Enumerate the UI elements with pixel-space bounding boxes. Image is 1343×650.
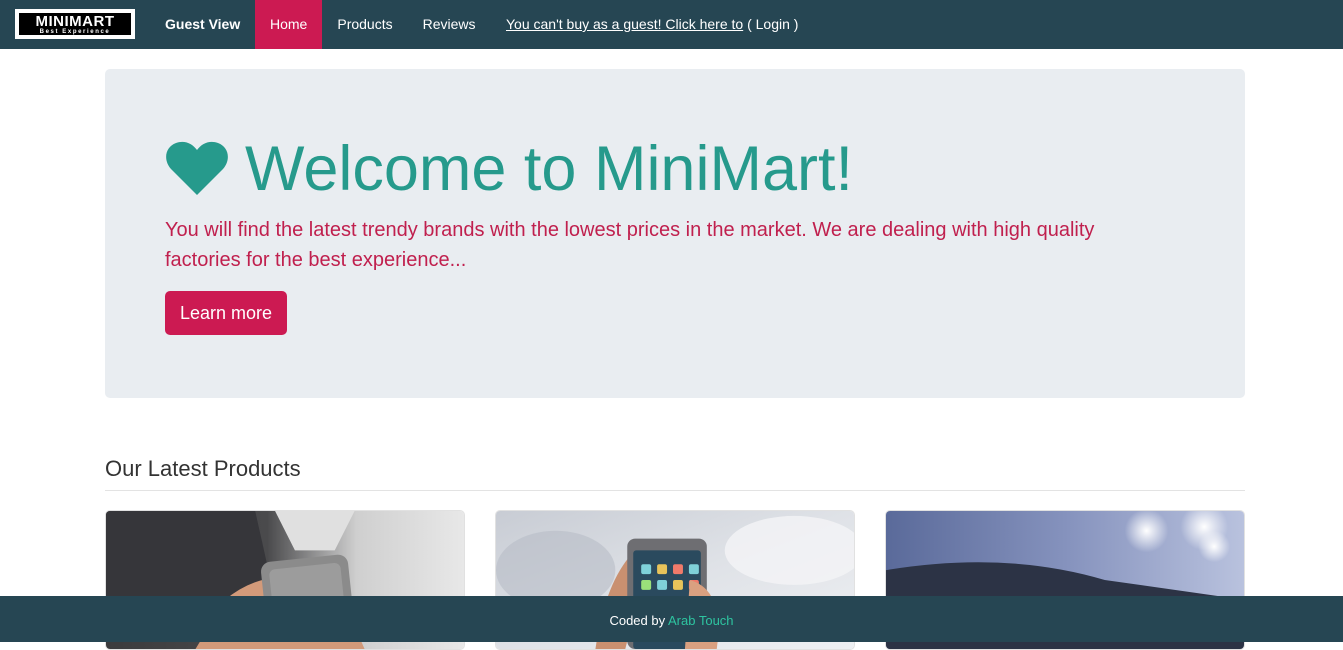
login-link-text: ( Login ) [743,16,799,32]
footer-author-link[interactable]: Arab Touch [668,613,734,628]
learn-more-button[interactable]: Learn more [165,291,288,335]
top-navbar: MINIMART Best Experience Guest View Home… [0,0,1343,49]
nav-reviews[interactable]: Reviews [408,0,491,49]
guest-login-link[interactable]: You can't buy as a guest! Click here to … [506,0,798,49]
main-nav: Home Products Reviews [255,0,491,49]
brand-logo[interactable]: MINIMART Best Experience [15,9,135,39]
brand-logo-frame: MINIMART Best Experience [18,12,132,36]
heart-icon [166,141,228,195]
hero-description: You will find the latest trendy brands w… [165,219,1095,271]
brand-logo-text: MINIMART [35,12,115,30]
latest-products-heading: Our Latest Products [105,456,1245,491]
brand-logo-tagline: Best Experience [39,28,111,35]
nav-products[interactable]: Products [322,0,407,49]
footer-credit-text: Coded by [609,613,668,628]
nav-home[interactable]: Home [255,0,323,49]
welcome-jumbotron: Welcome to MiniMart! You will find the l… [105,69,1245,398]
hero-title-text: Welcome to MiniMart! [245,133,853,204]
hero-title: Welcome to MiniMart! [165,133,1185,205]
guest-view-label: Guest View [165,16,241,32]
page-footer: Coded by Arab Touch [0,596,1343,642]
guest-login-note-text: You can't buy as a guest! Click here to [506,16,744,32]
